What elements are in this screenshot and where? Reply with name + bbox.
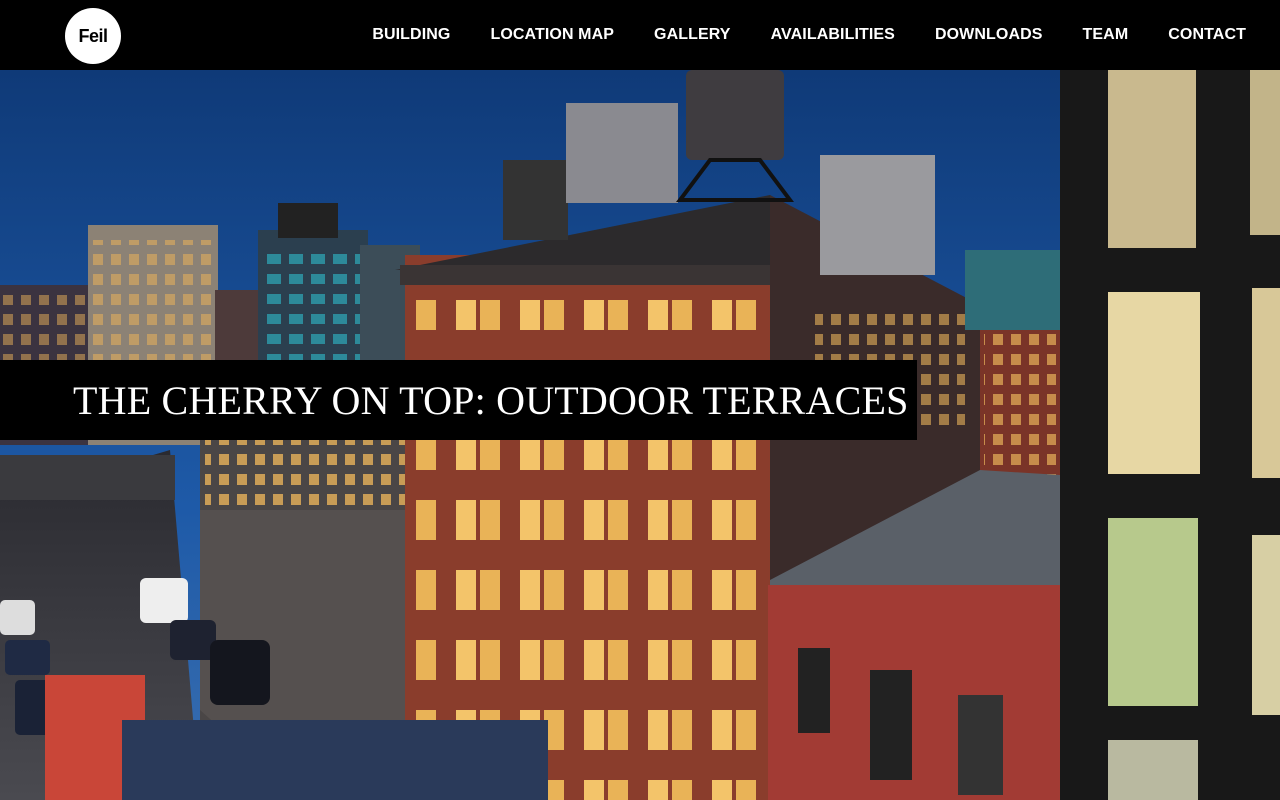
feil-logo[interactable]: Feil	[65, 8, 121, 64]
nav-downloads[interactable]: DOWNLOADS	[935, 26, 1043, 44]
hero-image: THE CHERRY ON TOP: OUTDOOR TERRACES	[0, 70, 1280, 800]
info-card	[122, 720, 548, 800]
nav-contact[interactable]: CONTACT	[1168, 26, 1246, 44]
nav-building[interactable]: BUILDING	[372, 26, 450, 44]
nav-location-map[interactable]: LOCATION MAP	[490, 26, 614, 44]
hero-headline: THE CHERRY ON TOP: OUTDOOR TERRACES	[73, 377, 909, 423]
site-header: Feil BUILDING LOCATION MAP GALLERY AVAIL…	[0, 0, 1280, 70]
nav-team[interactable]: TEAM	[1083, 26, 1129, 44]
nav-availabilities[interactable]: AVAILABILITIES	[771, 26, 895, 44]
nav-gallery[interactable]: GALLERY	[654, 26, 731, 44]
hero-headline-box: THE CHERRY ON TOP: OUTDOOR TERRACES	[0, 360, 917, 440]
main-nav: BUILDING LOCATION MAP GALLERY AVAILABILI…	[332, 0, 1246, 70]
logo-text: Feil	[78, 25, 108, 46]
